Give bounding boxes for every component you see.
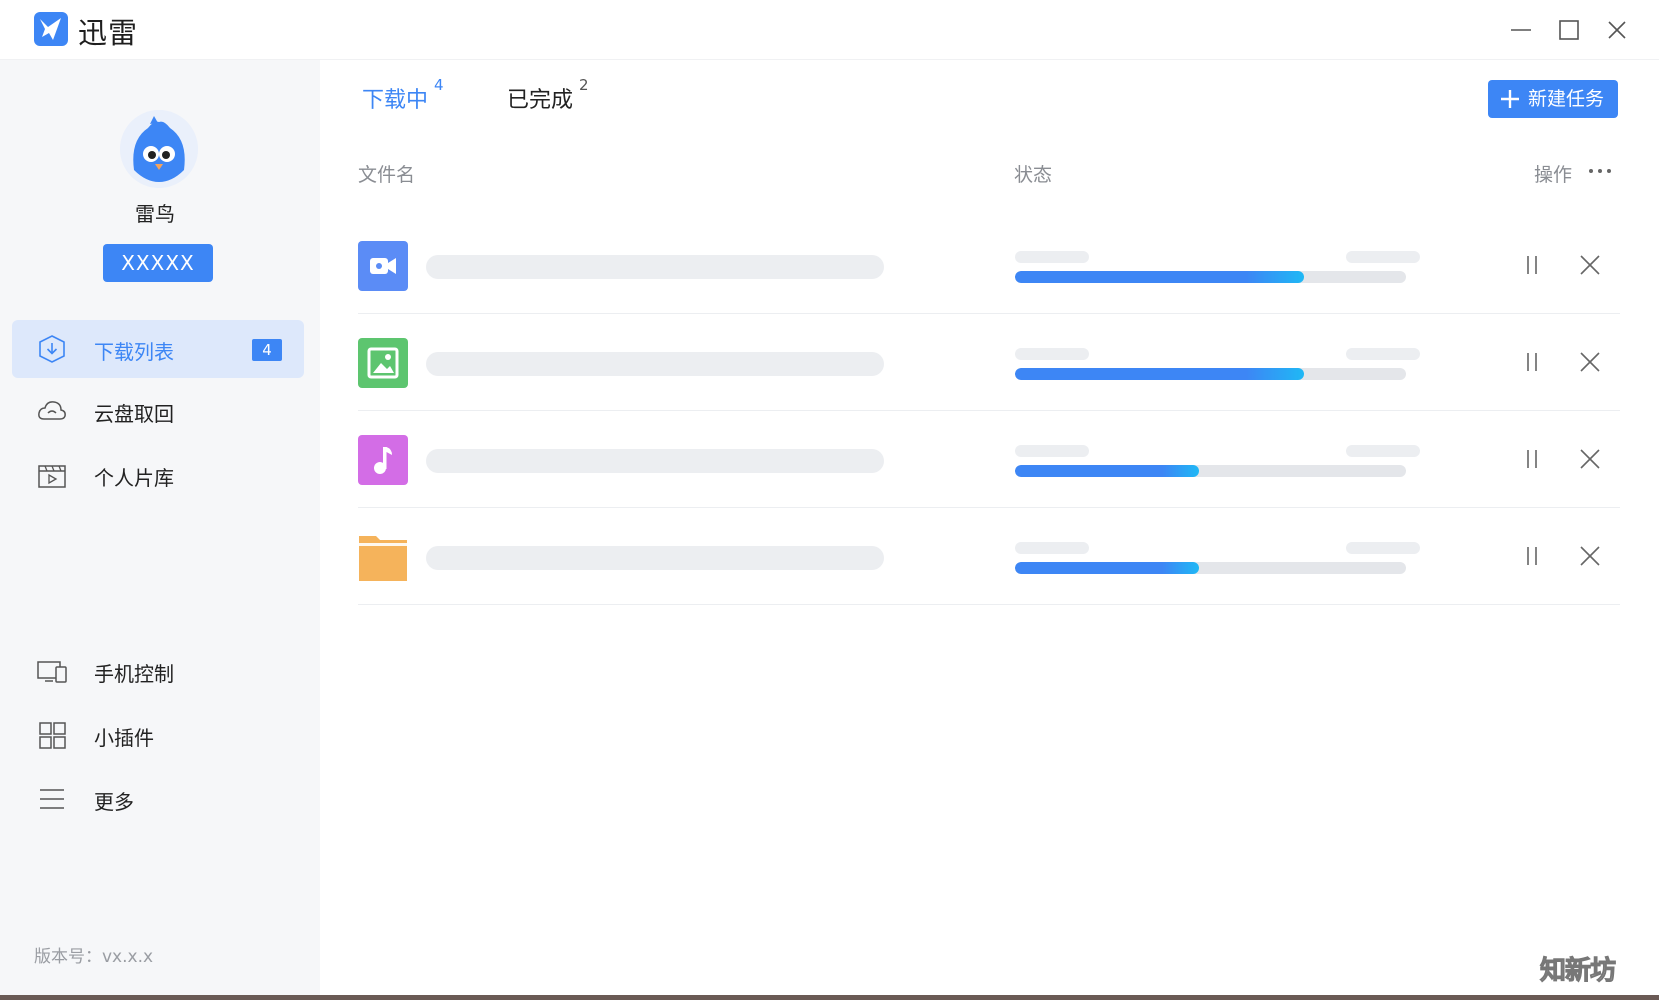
delete-task-icon[interactable] xyxy=(1576,445,1604,473)
speed-placeholder xyxy=(1015,542,1089,554)
tab-label: 下载中 xyxy=(362,88,429,113)
sidebar-item-label: 更多 xyxy=(94,790,134,814)
size-placeholder xyxy=(1346,445,1420,457)
delete-task-icon[interactable] xyxy=(1576,348,1604,376)
delete-task-icon[interactable] xyxy=(1576,542,1604,570)
speed-placeholder xyxy=(1015,348,1089,360)
size-placeholder xyxy=(1346,348,1420,360)
download-count-badge: 4 xyxy=(252,339,282,361)
app-title: 迅雷 xyxy=(78,16,139,50)
tab-label: 已完成 xyxy=(507,88,574,113)
new-task-label: 新建任务 xyxy=(1528,88,1605,110)
table-row[interactable] xyxy=(358,411,1620,508)
sidebar-item-label: 个人片库 xyxy=(94,466,174,490)
pause-icon[interactable] xyxy=(1518,542,1546,570)
pause-icon[interactable] xyxy=(1518,445,1546,473)
watermark: 知新坊 xyxy=(1539,956,1616,987)
xunlei-logo-icon xyxy=(34,12,68,46)
music-file-icon xyxy=(358,435,408,485)
speed-placeholder xyxy=(1015,251,1089,263)
progress-fill xyxy=(1015,368,1305,380)
table-row[interactable] xyxy=(358,217,1620,314)
sidebar-item-label: 云盘取回 xyxy=(94,402,174,426)
tab-count: 4 xyxy=(434,76,444,94)
video-file-icon xyxy=(358,241,408,291)
grid-icon xyxy=(36,719,68,751)
sidebar: 雷鸟 XXXXX 下载列表 4 云盘取回 个人片库 手机控制 小插件 更多 版本… xyxy=(0,60,320,1000)
main-panel: 下载中 4 已完成 2 新建任务 文件名 状态 操作 xyxy=(320,60,1659,1000)
progress-fill xyxy=(1015,271,1305,283)
sidebar-item-label: 手机控制 xyxy=(94,662,174,686)
column-header-actions: 操作 xyxy=(1534,164,1573,186)
sidebar-item-cloud-retrieve[interactable]: 云盘取回 xyxy=(12,382,304,440)
download-shield-icon xyxy=(36,333,68,365)
sidebar-item-personal-library[interactable]: 个人片库 xyxy=(12,446,304,504)
speed-placeholder xyxy=(1015,445,1089,457)
sidebar-item-plugins[interactable]: 小插件 xyxy=(12,706,304,764)
image-file-icon xyxy=(358,338,408,388)
progress-track xyxy=(1015,368,1406,380)
version-label: 版本号：vx.x.x xyxy=(34,947,154,967)
size-placeholder xyxy=(1346,251,1420,263)
progress-fill xyxy=(1015,465,1199,477)
filename-placeholder xyxy=(426,546,884,570)
delete-task-icon[interactable] xyxy=(1576,251,1604,279)
table-row[interactable] xyxy=(358,508,1620,605)
sidebar-item-download-list[interactable]: 下载列表 4 xyxy=(12,320,304,378)
minimize-icon[interactable] xyxy=(1505,14,1537,46)
new-task-button[interactable]: 新建任务 xyxy=(1488,80,1618,118)
tab-count: 2 xyxy=(579,76,589,94)
progress-track xyxy=(1015,562,1406,574)
user-badge[interactable]: XXXXX xyxy=(103,244,213,282)
sidebar-item-label: 下载列表 xyxy=(94,340,174,364)
progress-track xyxy=(1015,271,1406,283)
more-options-icon[interactable] xyxy=(1585,156,1615,186)
filename-placeholder xyxy=(426,352,884,376)
username: 雷鸟 xyxy=(135,202,175,226)
sidebar-item-label: 小插件 xyxy=(94,726,154,750)
sidebar-item-phone-control[interactable]: 手机控制 xyxy=(12,642,304,700)
progress-track xyxy=(1015,465,1406,477)
filename-placeholder xyxy=(426,449,884,473)
cloud-icon xyxy=(36,395,68,427)
phone-control-icon xyxy=(36,655,68,687)
tab-downloading[interactable]: 下载中 4 xyxy=(362,76,444,114)
size-placeholder xyxy=(1346,542,1420,554)
plus-icon xyxy=(1501,90,1519,108)
title-bar: 迅雷 xyxy=(0,0,1659,60)
column-header-status: 状态 xyxy=(1014,164,1053,186)
folder-icon xyxy=(358,532,408,582)
filename-placeholder xyxy=(426,255,884,279)
pause-icon[interactable] xyxy=(1518,348,1546,376)
sidebar-item-more[interactable]: 更多 xyxy=(12,770,304,828)
avatar[interactable] xyxy=(120,110,198,188)
tab-completed[interactable]: 已完成 2 xyxy=(507,76,589,114)
desktop-strip xyxy=(0,995,1659,1000)
close-window-icon[interactable] xyxy=(1601,14,1633,46)
table-row[interactable] xyxy=(358,314,1620,411)
column-header-filename: 文件名 xyxy=(358,164,416,186)
menu-icon xyxy=(36,783,68,815)
progress-fill xyxy=(1015,562,1199,574)
pause-icon[interactable] xyxy=(1518,251,1546,279)
maximize-icon[interactable] xyxy=(1553,14,1585,46)
video-library-icon xyxy=(36,459,68,491)
